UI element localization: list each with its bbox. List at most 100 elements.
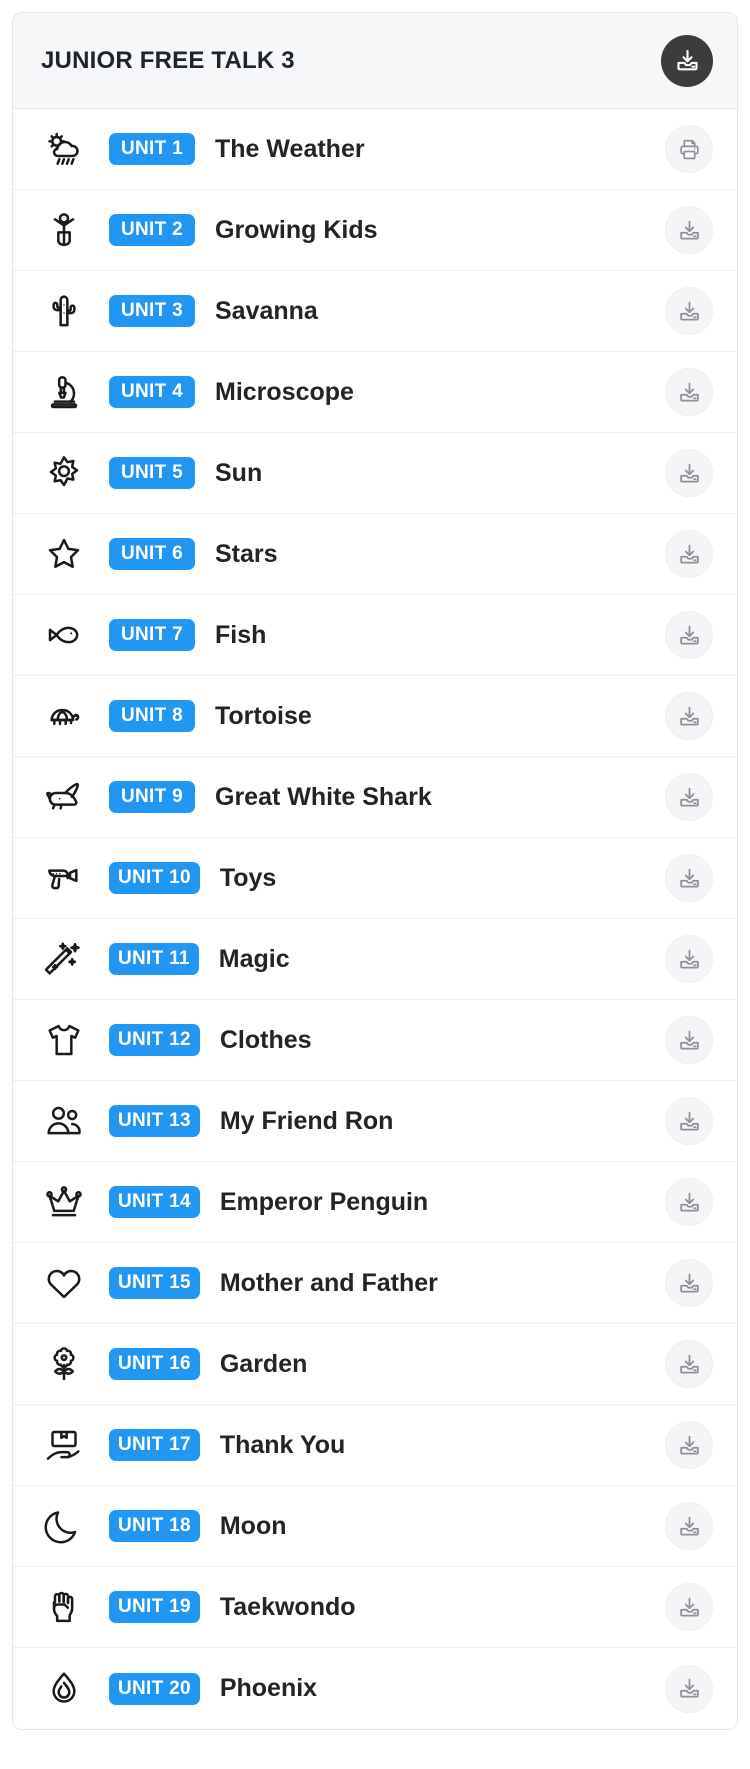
download-button[interactable] (665, 1340, 713, 1388)
moon-crescent-icon (41, 1506, 87, 1546)
unit-title: Toys (219, 863, 277, 892)
unit-badge: UNIT 3 (109, 295, 195, 327)
unit-row[interactable]: UNIT 13 My Friend Ron (13, 1081, 737, 1162)
unit-title: Mother and Father (219, 1268, 438, 1297)
unit-row[interactable]: UNIT 4 Microscope (13, 352, 737, 433)
unit-row[interactable]: UNIT 9 Great White Shark (13, 757, 737, 838)
unit-row[interactable]: UNIT 17 Thank You (13, 1405, 737, 1486)
download-button[interactable] (665, 449, 713, 497)
unit-row[interactable]: UNIT 16 Garden (13, 1324, 737, 1405)
unit-badge: UNIT 18 (109, 1510, 200, 1542)
download-button[interactable] (665, 1664, 713, 1713)
unit-title: Moon (219, 1511, 287, 1540)
unit-badge: UNIT 12 (109, 1024, 200, 1056)
star-icon (41, 534, 87, 574)
crown-icon (41, 1182, 87, 1222)
unit-title: Tortoise (215, 701, 312, 730)
unit-row[interactable]: UNIT 14 Emperor Penguin (13, 1162, 737, 1243)
printer-icon (677, 137, 702, 162)
download-tray-icon (677, 1595, 702, 1620)
unit-row[interactable]: UNIT 7 Fish (13, 595, 737, 676)
download-tray-icon (677, 1028, 702, 1053)
tortoise-icon (41, 696, 87, 736)
unit-list-card: JUNIOR FREE TALK 3 UNIT 1 The Weather UN… (12, 12, 738, 1730)
unit-title: Savanna (215, 296, 318, 325)
download-button[interactable] (665, 1583, 713, 1631)
unit-badge: UNIT 6 (109, 538, 195, 570)
print-button[interactable] (665, 125, 713, 173)
ray-gun-toy-icon (41, 858, 87, 898)
unit-row[interactable]: UNIT 12 Clothes (13, 1000, 737, 1081)
unit-row[interactable]: UNIT 2 Growing Kids (13, 190, 737, 271)
unit-row[interactable]: UNIT 15 Mother and Father (13, 1243, 737, 1324)
unit-list: UNIT 1 The Weather UNIT 2 Growing Kids U… (13, 109, 737, 1729)
microscope-icon (41, 372, 87, 412)
download-tray-icon (677, 623, 702, 648)
download-tray-icon (677, 866, 702, 891)
unit-row[interactable]: UNIT 19 Taekwondo (13, 1567, 737, 1648)
unit-row[interactable]: UNIT 1 The Weather (13, 109, 737, 190)
download-tray-icon (677, 1109, 702, 1134)
download-button[interactable] (665, 935, 713, 983)
unit-row[interactable]: UNIT 8 Tortoise (13, 676, 737, 757)
download-button[interactable] (665, 1178, 713, 1226)
unit-row[interactable]: UNIT 5 Sun (13, 433, 737, 514)
unit-badge: UNIT 16 (109, 1348, 200, 1380)
download-tray-icon (677, 218, 702, 243)
sun-icon (41, 453, 87, 493)
unit-row[interactable]: UNIT 3 Savanna (13, 271, 737, 352)
unit-badge: UNIT 15 (109, 1267, 200, 1299)
gift-on-hand-icon (41, 1425, 87, 1465)
page-title: JUNIOR FREE TALK 3 (41, 46, 295, 74)
unit-title: Sun (215, 458, 263, 487)
download-button[interactable] (665, 854, 713, 902)
download-button[interactable] (665, 1421, 713, 1469)
unit-title: Growing Kids (215, 215, 378, 244)
unit-title: Fish (215, 620, 267, 649)
unit-row[interactable]: UNIT 6 Stars (13, 514, 737, 595)
download-tray-icon (677, 461, 702, 486)
unit-badge: UNIT 13 (109, 1105, 200, 1137)
unit-badge: UNIT 7 (109, 619, 195, 651)
download-button[interactable] (665, 287, 713, 335)
unit-badge: UNIT 11 (109, 943, 199, 975)
download-button[interactable] (665, 611, 713, 659)
download-tray-icon (674, 47, 701, 74)
download-tray-icon (677, 947, 702, 972)
unit-badge: UNIT 1 (109, 133, 195, 165)
download-button[interactable] (665, 692, 713, 740)
unit-title: My Friend Ron (219, 1106, 394, 1135)
heart-icon (41, 1263, 87, 1303)
unit-title: Taekwondo (219, 1592, 356, 1621)
download-tray-icon (677, 704, 702, 729)
download-tray-icon (677, 299, 702, 324)
download-button[interactable] (665, 1259, 713, 1307)
download-button[interactable] (665, 1016, 713, 1064)
unit-title: Microscope (215, 377, 354, 406)
unit-row[interactable]: UNIT 18 Moon (13, 1486, 737, 1567)
unit-title: Magic (218, 944, 290, 973)
download-button[interactable] (665, 530, 713, 578)
unit-badge: UNIT 17 (109, 1429, 200, 1461)
download-tray-icon (677, 1433, 702, 1458)
download-button[interactable] (665, 1097, 713, 1145)
unit-title: Emperor Penguin (219, 1187, 429, 1216)
download-button[interactable] (665, 206, 713, 254)
fist-icon (41, 1587, 87, 1627)
magic-wand-icon (41, 939, 87, 979)
download-tray-icon (677, 380, 702, 405)
child-person-icon (41, 210, 87, 250)
download-all-button[interactable] (661, 34, 713, 87)
unit-row[interactable]: UNIT 10 Toys (13, 838, 737, 919)
download-button[interactable] (665, 773, 713, 821)
unit-badge: UNIT 10 (109, 862, 200, 894)
tshirt-icon (41, 1020, 87, 1060)
unit-row[interactable]: UNIT 11 Magic (13, 919, 737, 1000)
unit-row[interactable]: UNIT 20 Phoenix (13, 1648, 737, 1729)
flower-icon (41, 1344, 87, 1384)
unit-badge: UNIT 14 (109, 1186, 200, 1218)
download-button[interactable] (665, 368, 713, 416)
download-button[interactable] (665, 1502, 713, 1550)
weather-sun-cloud-rain-icon (41, 129, 87, 169)
cactus-icon (41, 291, 87, 331)
